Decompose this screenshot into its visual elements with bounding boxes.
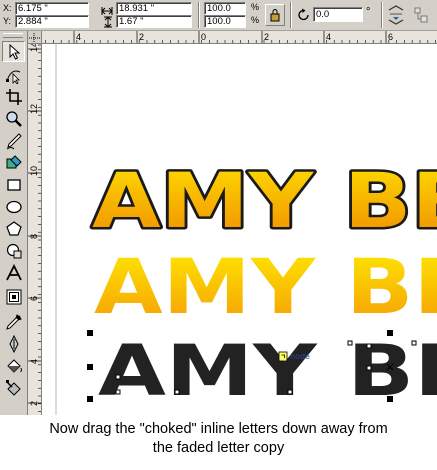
text-tool[interactable] — [2, 262, 25, 283]
mirror-icon — [388, 5, 404, 25]
caption-line-2: the faded letter copy — [152, 440, 285, 456]
v-ruler-label: 12 — [29, 104, 39, 114]
node-cursor-icon — [278, 351, 288, 362]
caption-line-1: Now drag the "choked" inline letters dow… — [49, 421, 388, 437]
pen-icon — [6, 132, 22, 149]
interactive-fill-icon — [5, 379, 21, 396]
eyedropper-icon — [5, 313, 22, 330]
paint-bucket-icon — [6, 358, 22, 373]
faded-letter-copy[interactable]: AMY BE — [94, 242, 437, 331]
h-ruler-label: 0 — [201, 32, 206, 42]
y-label: Y: — [3, 16, 12, 26]
property-bar: X: 6.175 " Y: 2.884 " 18.931 " 1.67 " 10… — [0, 0, 437, 31]
caption: Now drag the "choked" inline letters dow… — [0, 420, 437, 458]
crop-tool[interactable] — [2, 86, 25, 107]
interactive-fill-tool[interactable] — [2, 377, 25, 398]
crop-icon — [5, 88, 22, 105]
smart-fill-tool[interactable] — [2, 152, 25, 173]
polygon-tool[interactable] — [2, 218, 25, 239]
degree-symbol: ° — [366, 6, 371, 18]
smart-fill-icon — [6, 154, 22, 168]
mirror-buttons[interactable] — [386, 4, 406, 26]
scale-y-field[interactable]: 100.0 — [204, 15, 246, 28]
choked-inline-letters[interactable]: AMY BE — [98, 330, 437, 412]
h-ruler-label: 4 — [326, 32, 331, 42]
fill-tool[interactable] — [2, 355, 25, 376]
height-field[interactable]: 1.67 " — [116, 15, 192, 28]
convert-button[interactable] — [411, 4, 431, 26]
rectangle-icon — [6, 178, 21, 191]
blend-icon — [6, 289, 21, 304]
freehand-tool[interactable] — [2, 130, 25, 151]
shape-node-icon — [5, 70, 20, 84]
scale-x-percent: % — [251, 2, 260, 12]
v-ruler-label: 6 — [29, 296, 39, 301]
polygon-icon — [5, 220, 22, 236]
x-label: X: — [3, 3, 12, 13]
ellipse-icon — [5, 200, 22, 213]
vertical-ruler[interactable]: 14 12 10 8 6 4 2 — [28, 43, 42, 415]
outline-tool[interactable] — [2, 333, 25, 354]
rectangle-tool[interactable] — [2, 174, 25, 195]
v-ruler-label: 8 — [29, 234, 39, 239]
x-position-field[interactable]: 6.175 " — [15, 2, 89, 15]
pick-tool[interactable] — [2, 41, 25, 62]
h-ruler-label: 2 — [139, 32, 144, 42]
outline-pen-icon — [8, 334, 19, 353]
arrange-icon — [414, 7, 428, 23]
h-ruler-label: 4 — [76, 32, 81, 42]
drawing-canvas[interactable]: AMY BE AMY BE AMY BE node — [42, 44, 437, 415]
toolbox — [0, 31, 28, 415]
scale-x-field[interactable]: 100.0 — [204, 2, 246, 15]
v-ruler-label: 10 — [29, 166, 39, 176]
eyedropper-tool[interactable] — [2, 311, 25, 332]
arrow-pointer-icon — [9, 43, 20, 60]
rotation-icon — [297, 8, 311, 27]
horizontal-ruler[interactable]: 4 2 0 2 4 6 — [28, 31, 437, 44]
ruler-origin[interactable] — [28, 31, 42, 44]
v-ruler-label: 14 — [29, 43, 39, 52]
h-ruler-label: 2 — [264, 32, 269, 42]
basic-shapes-tool[interactable] — [2, 240, 25, 261]
h-ruler-label: 6 — [388, 32, 393, 42]
v-ruler-label: 2 — [29, 401, 39, 406]
ellipse-tool[interactable] — [2, 196, 25, 217]
lock-icon — [270, 9, 280, 22]
magnifier-icon — [5, 110, 22, 127]
width-field[interactable]: 18.931 " — [116, 2, 192, 15]
node-label: node — [290, 352, 310, 361]
rotation-field[interactable]: 0.0 — [313, 7, 363, 22]
basic-shapes-icon — [6, 243, 21, 258]
scale-y-percent: % — [251, 15, 260, 25]
shape-tool[interactable] — [2, 64, 25, 85]
interactive-blend-tool[interactable] — [2, 286, 25, 307]
coreldraw-window: X: 6.175 " Y: 2.884 " 18.931 " 1.67 " 10… — [0, 0, 437, 415]
lock-ratio-button[interactable] — [265, 4, 285, 26]
y-position-field[interactable]: 2.884 " — [15, 15, 89, 28]
v-ruler-label: 4 — [29, 359, 39, 364]
zoom-tool[interactable] — [2, 108, 25, 129]
text-a-icon — [5, 263, 22, 280]
outlined-gradient-text[interactable]: AMY BE — [90, 154, 437, 248]
